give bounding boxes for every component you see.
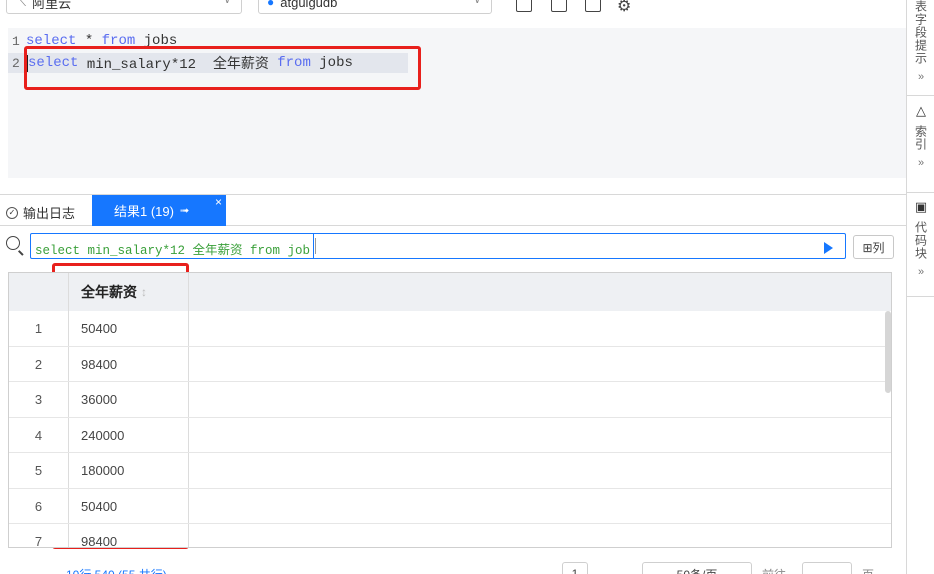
sql-editor[interactable]: 1 select * from jobs 2 select min_salary*1…	[8, 28, 906, 178]
table-cell[interactable]: 50400	[69, 311, 189, 346]
row-number: 6	[9, 488, 69, 523]
pagination-footer: 10行 540 (55 共行) 1 50条/页 前往 页	[0, 560, 906, 574]
tab-log-label: 输出日志	[23, 206, 76, 221]
divider	[313, 234, 314, 258]
table-hint-label: 表字段提示	[913, 0, 928, 65]
footer-info: 10行 540 (55 共行)	[66, 566, 167, 574]
sql-text: *	[76, 33, 102, 49]
row-number: 4	[9, 417, 69, 452]
table-row[interactable]: 2 98400	[9, 346, 891, 382]
sql-keyword: select	[28, 55, 79, 71]
side-item-index[interactable]: △ 索引 »	[907, 104, 934, 169]
side-item-table-hint[interactable]: 表字段提示 »	[907, 0, 934, 83]
row-number: 7	[9, 524, 69, 547]
row-number: 2	[9, 346, 69, 381]
table-row[interactable]: 3 36000	[9, 382, 891, 418]
columns-button[interactable]: ⊞列	[853, 235, 894, 259]
index-label: 索引	[913, 125, 928, 151]
run-selected-icon[interactable]	[551, 0, 567, 12]
sql-filter-text: select min_salary*12 全年薪资 from jobs	[35, 244, 311, 258]
sql-keyword: select	[26, 33, 77, 49]
tab-result-label: 结果1 (19)	[114, 204, 174, 219]
code-block-icon: ▣	[914, 200, 928, 215]
table-cell[interactable]: 50400	[69, 488, 189, 523]
divider	[907, 296, 934, 297]
toolbar: ⟍ 阿里云 ∨ ● atguigudb ∨ ⚙	[0, 0, 906, 16]
database-select[interactable]: ● atguigudb ∨	[258, 0, 492, 14]
side-panel: 表字段提示 » △ 索引 » ▣ 代码块 »	[906, 0, 934, 574]
goto-label: 前往	[762, 566, 786, 574]
connection-select[interactable]: ⟍ 阿里云 ∨	[6, 0, 242, 14]
sort-icon[interactable]: ↕	[141, 285, 147, 299]
page-size-select[interactable]: 50条/页	[642, 562, 752, 574]
line-number: 2	[12, 55, 20, 71]
editor-line: 1 select * from jobs	[8, 31, 177, 51]
table-row[interactable]: 7 98400	[9, 524, 891, 547]
close-icon[interactable]: ×	[215, 195, 222, 209]
tab-result-1[interactable]: 结果1 (19) ➟ ×	[92, 195, 226, 226]
goto-page-input[interactable]	[802, 562, 852, 574]
result-grid[interactable]: 全年薪资 ↕ 1 50400 2 98400 3 36000 4 240000 …	[8, 272, 892, 548]
chevron-right-icon: »	[917, 157, 925, 169]
line-number: 1	[12, 33, 20, 49]
code-block-label: 代码块	[913, 221, 928, 260]
format-icon[interactable]	[585, 0, 601, 12]
sql-keyword: from	[101, 33, 136, 49]
chevron-right-icon: »	[917, 71, 925, 83]
table-row[interactable]: 1 50400	[9, 311, 891, 347]
check-circle-icon: ✓	[6, 206, 18, 219]
divider	[907, 95, 934, 96]
connection-label: 阿里云	[32, 0, 72, 11]
editor-line-active: 2 select min_salary*12 全年薪资 from jobs	[8, 53, 408, 73]
connection-icon: ⟍	[17, 0, 27, 9]
run-icon[interactable]	[516, 0, 532, 12]
database-label: atguigudb	[280, 0, 338, 10]
row-number: 5	[9, 453, 69, 488]
table-row[interactable]: 4 240000	[9, 417, 891, 453]
table-cell[interactable]: 180000	[69, 453, 189, 488]
sql-text: min_salary*12 全年薪资	[78, 57, 278, 73]
vertical-scrollbar[interactable]	[885, 311, 891, 393]
table-row[interactable]: 6 50400	[9, 488, 891, 524]
divider	[907, 192, 934, 193]
gear-icon[interactable]: ⚙	[617, 0, 631, 15]
search-icon[interactable]	[6, 236, 20, 250]
table-cell[interactable]: 36000	[69, 382, 189, 417]
database-icon: ●	[267, 0, 275, 9]
side-item-code-block[interactable]: ▣ 代码块 »	[907, 200, 934, 278]
sql-text: jobs	[135, 33, 178, 49]
sql-text: jobs	[310, 55, 353, 71]
rownum-header	[9, 273, 69, 311]
chevron-right-icon: »	[917, 266, 925, 278]
table-cell[interactable]: 240000	[69, 417, 189, 452]
row-number: 3	[9, 382, 69, 417]
chevron-down-icon: ∨	[223, 0, 231, 6]
table-cell[interactable]: 98400	[69, 524, 189, 547]
column-header-label: 全年薪资	[81, 284, 137, 300]
text-cursor	[315, 238, 316, 254]
row-number: 1	[9, 311, 69, 346]
table-cell[interactable]: 98400	[69, 346, 189, 381]
page-number-button[interactable]: 1	[562, 562, 588, 574]
run-icon[interactable]	[824, 242, 833, 254]
pin-icon[interactable]: ➟	[180, 204, 189, 217]
sql-filter-input[interactable]: select min_salary*12 全年薪资 from jobs	[30, 233, 846, 259]
column-header-annual-salary[interactable]: 全年薪资 ↕	[69, 273, 189, 311]
grid-header: 全年薪资 ↕	[9, 273, 891, 311]
page-unit-label: 页	[862, 566, 874, 574]
filter-bar: select min_salary*12 全年薪资 from jobs ⊞列	[0, 226, 906, 266]
sql-keyword: from	[277, 55, 311, 71]
index-icon: △	[916, 104, 926, 119]
result-tabbar: ✓ 输出日志 结果1 (19) ➟ ×	[0, 194, 906, 226]
chevron-down-icon: ∨	[473, 0, 481, 6]
tab-output-log[interactable]: ✓ 输出日志	[6, 203, 75, 222]
table-row[interactable]: 5 180000	[9, 453, 891, 489]
